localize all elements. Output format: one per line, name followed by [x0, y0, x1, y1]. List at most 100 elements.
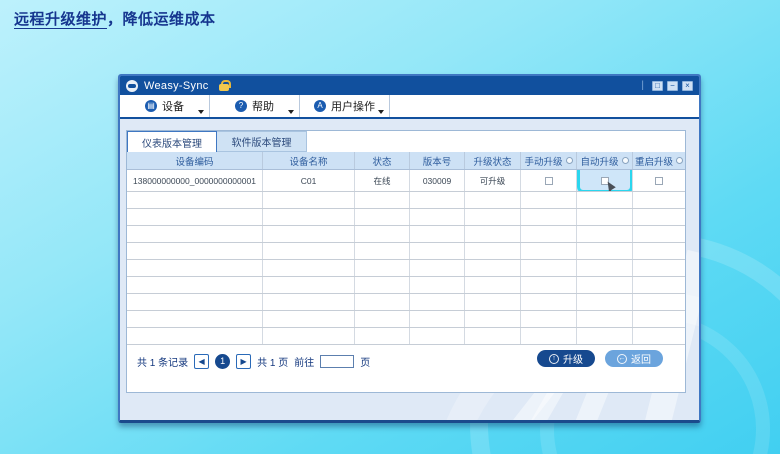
empty-cell [127, 294, 263, 310]
app-window: Weasy-Sync | □ − × ▤ 设备 ? 帮助 A 用户操作 [118, 74, 701, 423]
cell-status: 在线 [355, 170, 410, 191]
empty-cell [521, 328, 577, 344]
content-card: 仪表版本管理 软件版本管理 设备编码 设备名称 状态 版本号 升级状态 手动升级… [126, 130, 686, 393]
minimize-button[interactable]: − [667, 81, 678, 91]
column-header-manual-upgrade-label: 手动升级 [524, 154, 562, 168]
previous-page-button[interactable]: ◀ [194, 354, 209, 369]
column-header-restart-upgrade: 重启升级 [633, 152, 685, 169]
empty-cell [465, 243, 521, 259]
next-page-button[interactable]: ▶ [236, 354, 251, 369]
empty-cell [410, 294, 465, 310]
empty-cell [263, 277, 355, 293]
empty-cell [127, 328, 263, 344]
empty-cell [263, 226, 355, 242]
column-header-upgrade-status: 升级状态 [465, 152, 521, 169]
cell-version: 030009 [410, 170, 465, 191]
empty-cell [263, 328, 355, 344]
pagination-bar: 共 1 条记录 ◀ 1 ▶ 共 1 页 前往 页 [137, 352, 370, 370]
upgrade-button-label: 升级 [563, 351, 583, 366]
empty-cell [127, 209, 263, 225]
auto-upgrade-checkbox[interactable] [601, 177, 609, 185]
lock-icon [219, 80, 229, 91]
empty-cell [355, 277, 410, 293]
close-button[interactable]: × [682, 81, 693, 91]
empty-cell [521, 209, 577, 225]
empty-cell [355, 243, 410, 259]
column-header-restart-upgrade-label: 重启升级 [635, 154, 673, 168]
column-header-manual-upgrade: 手动升级 [521, 152, 577, 169]
back-button[interactable]: ← 返回 [605, 350, 663, 367]
empty-cell [577, 260, 633, 276]
empty-cell [410, 328, 465, 344]
empty-cell [263, 260, 355, 276]
column-header-auto-upgrade-label: 自动升级 [580, 154, 618, 168]
empty-cell [521, 226, 577, 242]
empty-cell [355, 328, 410, 344]
empty-cell [521, 192, 577, 208]
empty-cell [410, 260, 465, 276]
empty-cell [521, 277, 577, 293]
menu-help[interactable]: ? 帮助 [210, 95, 300, 117]
window-titlebar: Weasy-Sync | □ − × [120, 76, 699, 95]
table-header: 设备编码 设备名称 状态 版本号 升级状态 手动升级 自动升级 重启升级 [127, 152, 685, 170]
empty-cell [355, 294, 410, 310]
goto-label: 前往 [294, 354, 314, 369]
restart-upgrade-select-all-checkbox[interactable] [676, 157, 683, 164]
action-buttons: ↑ 升级 ← 返回 [537, 350, 663, 367]
help-icon: ? [235, 100, 247, 112]
table-body: 138000000000_0000000000001 C01 在线 030009… [127, 170, 685, 345]
empty-cell [410, 192, 465, 208]
empty-cell [465, 209, 521, 225]
empty-cell [263, 294, 355, 310]
empty-cell [263, 209, 355, 225]
empty-cell [127, 260, 263, 276]
empty-cell [263, 243, 355, 259]
tab-instrument-version[interactable]: 仪表版本管理 [127, 131, 217, 152]
empty-cell [410, 311, 465, 327]
total-records-label: 共 1 条记录 [137, 354, 188, 369]
cell-auto-upgrade [577, 170, 633, 191]
column-header-status: 状态 [355, 152, 410, 169]
table-row: 138000000000_0000000000001 C01 在线 030009… [127, 170, 685, 192]
menu-user-operations[interactable]: A 用户操作 [300, 95, 390, 117]
menu-device-label: 设备 [162, 98, 184, 114]
back-arrow-icon: ← [617, 354, 627, 364]
column-header-version: 版本号 [410, 152, 465, 169]
empty-cell [465, 311, 521, 327]
empty-cell [633, 277, 685, 293]
current-page-indicator[interactable]: 1 [215, 354, 230, 369]
cell-device-code: 138000000000_0000000000001 [127, 170, 263, 191]
app-logo-icon [126, 80, 138, 92]
empty-cell [355, 226, 410, 242]
table-row-empty [127, 277, 685, 294]
manual-upgrade-select-all-checkbox[interactable] [566, 157, 573, 164]
empty-cell [577, 226, 633, 242]
empty-cell [410, 243, 465, 259]
column-header-device-code: 设备编码 [127, 152, 263, 169]
upgrade-button[interactable]: ↑ 升级 [537, 350, 595, 367]
empty-cell [577, 209, 633, 225]
table-row-empty [127, 294, 685, 311]
tab-software-version[interactable]: 软件版本管理 [217, 131, 307, 152]
upgrade-arrow-icon: ↑ [549, 354, 559, 364]
empty-cell [577, 192, 633, 208]
auto-upgrade-select-all-checkbox[interactable] [622, 157, 629, 164]
table-row-empty [127, 328, 685, 345]
manual-upgrade-checkbox[interactable] [545, 177, 553, 185]
goto-page-input[interactable] [320, 355, 354, 368]
page-unit-label: 页 [360, 354, 370, 369]
empty-cell [633, 226, 685, 242]
restart-upgrade-checkbox[interactable] [655, 177, 663, 185]
empty-cell [577, 328, 633, 344]
column-header-auto-upgrade: 自动升级 [577, 152, 633, 169]
user-icon: A [314, 100, 326, 112]
empty-cell [263, 192, 355, 208]
menu-help-label: 帮助 [252, 98, 274, 114]
empty-cell [465, 294, 521, 310]
empty-cell [410, 277, 465, 293]
menu-bar: ▤ 设备 ? 帮助 A 用户操作 [120, 95, 699, 119]
menu-device[interactable]: ▤ 设备 [120, 95, 210, 117]
maximize-button[interactable]: □ [652, 81, 663, 91]
empty-cell [410, 209, 465, 225]
window-content-panel: 仪表版本管理 软件版本管理 设备编码 设备名称 状态 版本号 升级状态 手动升级… [120, 119, 699, 420]
